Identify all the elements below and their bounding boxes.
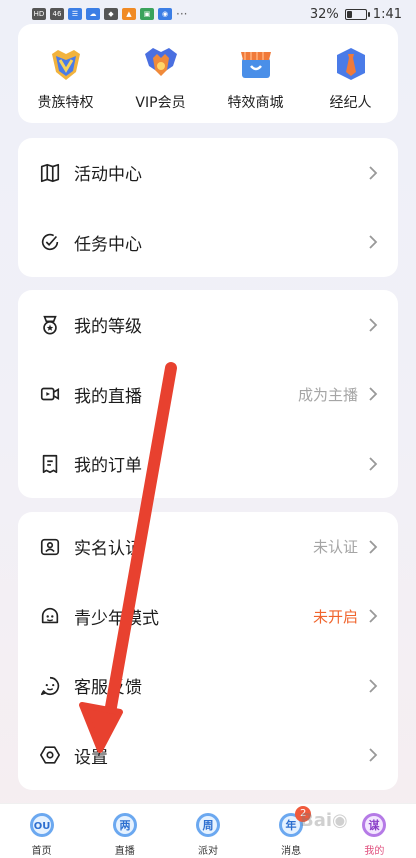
svg-text:两: 两 [119,819,130,832]
status-right: 32% 1:41 [310,7,402,22]
video-camera-icon [38,382,62,406]
verification-status: 未认证 [312,538,358,557]
menu-row-label: 我的订单 [74,456,142,477]
menu-row-label: 客服反馈 [74,678,142,699]
cloud-icon: ☁ [86,8,100,20]
feedback-icon [38,674,62,698]
watermark-logo: Bai◉ [300,810,348,831]
shortcut-noble-label: 贵族特权 [37,95,94,111]
agent-icon [331,44,371,84]
status-icons: HD 46 ☰ ☁ ◆ ▲ ▣ ◉ ··· [32,7,187,21]
app-notification-icon: ▲ [122,8,136,20]
map-icon [38,161,62,185]
nav-me[interactable]: 谋 我的 [344,804,404,857]
shop-icon [236,44,276,84]
menu-row-my-live[interactable]: 我的直播 成为主播 [18,360,398,430]
personal-card: 我的等级 我的直播 成为主播 我的订单 [18,290,398,498]
shortcut-vip-label: VIP会员 [135,95,186,111]
battery-icon [344,8,370,20]
nav-party[interactable]: 周 派对 [178,804,238,857]
receipt-icon [38,452,62,476]
chevron-right-icon [369,457,378,471]
menu-row-my-level[interactable]: 我的等级 [18,290,398,360]
app-notification-icon-2: ▣ [140,8,154,20]
nav-party-label: 派对 [197,846,218,857]
become-streamer-hint: 成为主播 [297,385,358,404]
menu-row-my-orders[interactable]: 我的订单 [18,429,398,499]
settings-card: 实名认证 未认证 青少年模式 未开启 客服反馈 设置 [18,512,398,790]
shortcut-shop-label: 特效商城 [227,95,284,111]
shortcut-agent[interactable]: 经纪人 [306,44,396,123]
chevron-right-icon [369,235,378,249]
chevron-right-icon [369,166,378,180]
teen-mode-status: 未开启 [312,607,358,626]
nav-home-label: 首页 [31,846,52,857]
settings-hexagon-icon [38,743,62,767]
menu-row-task-center[interactable]: 任务中心 [18,208,398,278]
bottom-nav: OU 首页 两 直播 周 派对 年 2 消息 谋 我的 [0,803,416,858]
chevron-right-icon [369,540,378,554]
shortcut-agent-label: 经纪人 [329,95,372,111]
wifi-icon: ☰ [68,8,82,20]
menu-row-label: 实名认证 [74,539,142,560]
more-notifications-icon: ··· [176,7,188,21]
network-indicator: 46 [50,8,64,20]
live-tab-icon: 两 [112,813,137,837]
svg-text:年: 年 [286,818,297,832]
menu-row-label: 设置 [74,747,108,768]
chevron-right-icon [369,679,378,693]
chevron-right-icon [369,609,378,623]
app-notification-icon-3: ◉ [158,8,172,20]
menu-row-label: 活动中心 [74,165,142,186]
shield-icon: ◆ [104,8,118,20]
shortcut-vip[interactable]: VIP会员 [116,44,206,123]
me-tab-icon: 谋 [362,813,387,837]
menu-row-feedback[interactable]: 客服反馈 [18,651,398,721]
check-circle-icon [38,230,62,254]
home-tab-icon: OU [29,813,54,837]
hd-indicator: HD [32,8,46,20]
menu-row-label: 任务中心 [74,234,142,255]
clock: 1:41 [372,6,402,22]
shortcut-shop[interactable]: 特效商城 [211,44,301,123]
nav-messages-label: 消息 [281,846,302,857]
menu-row-label: 我的直播 [74,386,142,407]
chevron-right-icon [369,748,378,762]
battery-fill [346,10,352,18]
nav-live[interactable]: 两 直播 [95,804,155,857]
battery-percent: 32% [309,6,339,22]
noble-badge-icon [46,44,86,84]
menu-row-label: 青少年模式 [74,608,159,629]
menu-row-real-name[interactable]: 实名认证 未认证 [18,512,398,582]
activity-card: 活动中心 任务中心 [18,138,398,277]
nav-live-label: 直播 [114,846,135,857]
vip-crown-icon [141,44,181,84]
menu-row-teen-mode[interactable]: 青少年模式 未开启 [18,582,398,652]
id-card-icon [38,535,62,559]
svg-text:周: 周 [202,819,213,832]
nav-me-label: 我的 [364,846,385,857]
menu-row-settings[interactable]: 设置 [18,721,398,791]
shortcut-card: 贵族特权 VIP会员 特效商城 经纪人 [18,24,398,123]
teen-mode-icon [38,604,62,628]
svg-text:谋: 谋 [369,818,381,832]
level-medal-icon [38,313,62,337]
menu-row-activity-center[interactable]: 活动中心 [18,138,398,208]
nav-home[interactable]: OU 首页 [12,804,72,857]
svg-text:OU: OU [33,821,50,832]
chevron-right-icon [369,318,378,332]
party-tab-icon: 周 [195,813,220,837]
menu-row-label: 我的等级 [74,317,142,338]
chevron-right-icon [369,387,378,401]
shortcut-noble[interactable]: 贵族特权 [21,44,111,123]
